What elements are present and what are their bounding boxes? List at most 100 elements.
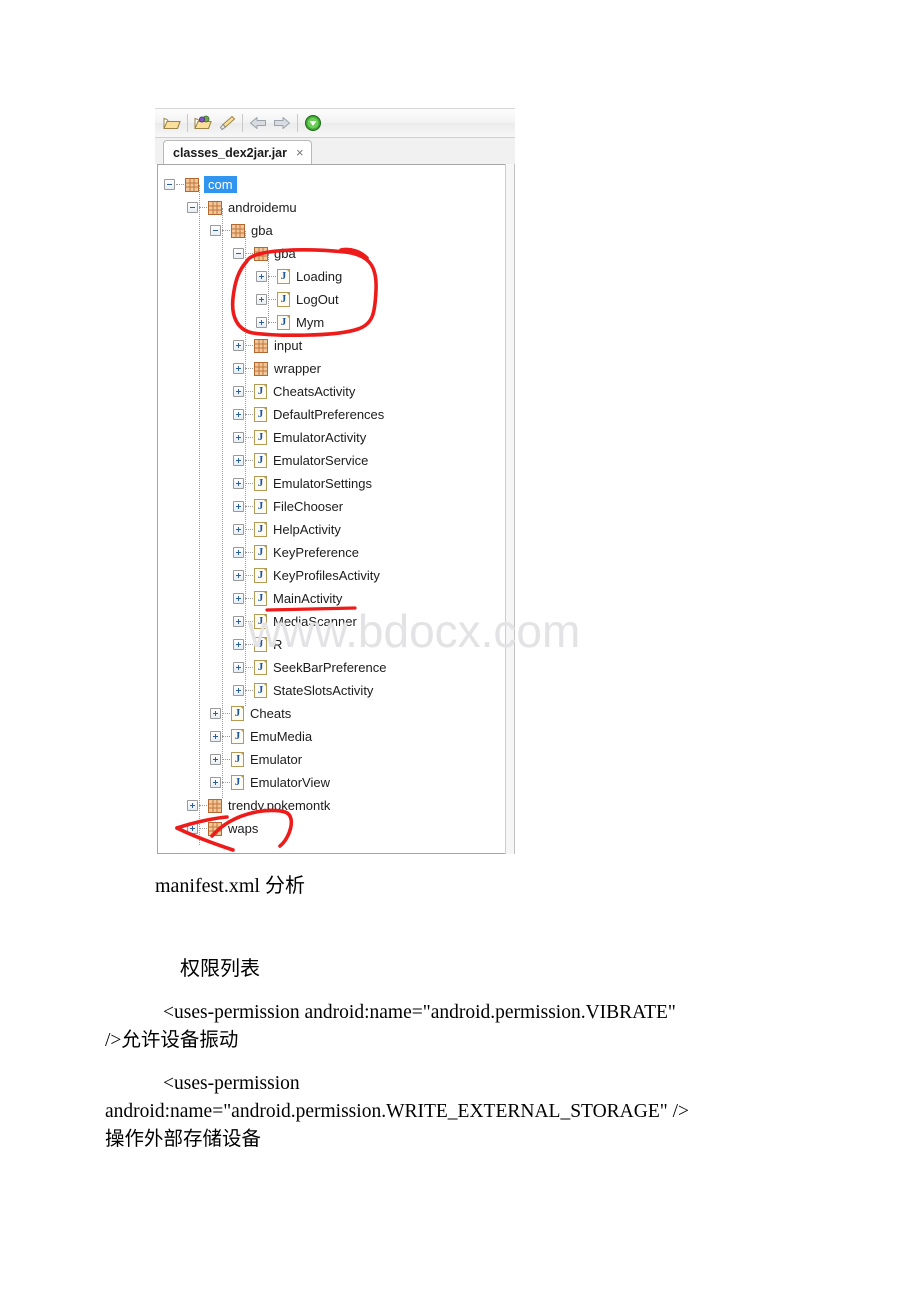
tree-node-gba[interactable]: gba xyxy=(210,219,273,242)
tree-node-label: Cheats xyxy=(250,706,292,721)
close-icon[interactable]: × xyxy=(296,146,304,159)
expand-icon[interactable] xyxy=(233,593,244,604)
java-class-icon-letter: J xyxy=(257,408,264,420)
tree-node-emulatorservice[interactable]: J EmulatorService xyxy=(233,449,368,472)
tree-node-waps[interactable]: waps xyxy=(187,817,258,840)
tree-connector xyxy=(245,252,253,255)
tree-node-emulator[interactable]: J Emulator xyxy=(210,748,302,771)
tree-connector xyxy=(245,367,253,370)
expand-icon[interactable] xyxy=(256,317,267,328)
permission-vibrate-line2: />允许设备振动 xyxy=(105,1030,239,1051)
tree-node-mym[interactable]: J Mym xyxy=(256,311,324,334)
expand-icon[interactable] xyxy=(233,616,244,627)
tree-node-com[interactable]: com xyxy=(164,173,237,196)
tree-node-label: androidemu xyxy=(228,200,297,215)
expand-icon[interactable] xyxy=(210,731,221,742)
tree-node-keypreference[interactable]: J KeyPreference xyxy=(233,541,359,564)
java-class-icon: J xyxy=(254,407,267,422)
expand-icon[interactable] xyxy=(210,754,221,765)
expand-icon[interactable] xyxy=(233,478,244,489)
collapse-icon[interactable] xyxy=(187,202,198,213)
expand-icon[interactable] xyxy=(233,432,244,443)
tree-node-defaultpreferences[interactable]: J DefaultPreferences xyxy=(233,403,384,426)
tree-node-label: gba xyxy=(274,246,296,261)
collapse-icon[interactable] xyxy=(210,225,221,236)
tree-node-filechooser[interactable]: J FileChooser xyxy=(233,495,343,518)
tree-connector xyxy=(222,712,230,715)
java-class-icon-letter: J xyxy=(257,431,264,443)
tree-node-loading[interactable]: J Loading xyxy=(256,265,342,288)
open-recent-icon[interactable] xyxy=(191,111,215,135)
expand-icon[interactable] xyxy=(233,662,244,673)
expand-icon[interactable] xyxy=(256,271,267,282)
expand-icon[interactable] xyxy=(233,363,244,374)
tree-node-cheats[interactable]: J Cheats xyxy=(210,702,291,725)
expand-icon[interactable] xyxy=(256,294,267,305)
expand-icon[interactable] xyxy=(210,708,221,719)
java-class-icon: J xyxy=(277,269,290,284)
run-icon[interactable] xyxy=(301,111,325,135)
collapse-icon[interactable] xyxy=(164,179,175,190)
expand-icon[interactable] xyxy=(233,685,244,696)
toolbar-separator-3 xyxy=(297,114,298,132)
java-class-icon: J xyxy=(231,729,244,744)
package-tree-panel[interactable]: com androidemu gba gba J Loading J LogOut J Mym in… xyxy=(157,164,505,854)
tree-node-input[interactable]: input xyxy=(233,334,302,357)
toolbar-separator-1 xyxy=(187,114,188,132)
permission-storage-block: <uses-permission android:name="android.p… xyxy=(105,1070,865,1154)
tree-node-wrapper[interactable]: wrapper xyxy=(233,357,321,380)
expand-icon[interactable] xyxy=(233,639,244,650)
tree-connector xyxy=(245,390,253,393)
page-title: manifest.xml 分析 xyxy=(155,875,305,897)
expand-icon[interactable] xyxy=(233,340,244,351)
expand-icon[interactable] xyxy=(233,409,244,420)
tree-node-seekbarpreference[interactable]: J SeekBarPreference xyxy=(233,656,386,679)
java-class-icon: J xyxy=(231,752,244,767)
open-folder-icon[interactable] xyxy=(160,111,184,135)
package-icon xyxy=(231,223,245,238)
expand-icon[interactable] xyxy=(233,501,244,512)
tree-node-label: FileChooser xyxy=(273,499,344,514)
clean-icon[interactable] xyxy=(215,111,239,135)
tree-node-label: Loading xyxy=(296,269,343,284)
expand-icon[interactable] xyxy=(187,823,198,834)
expand-icon[interactable] xyxy=(233,386,244,397)
java-class-icon-letter: J xyxy=(257,523,264,535)
tree-connector xyxy=(245,551,253,554)
tree-node-emulatoractivity[interactable]: J EmulatorActivity xyxy=(233,426,366,449)
tree-node-stateslotsactivity[interactable]: J StateSlotsActivity xyxy=(233,679,373,702)
vertical-scrollbar[interactable] xyxy=(505,164,515,854)
tree-node-keyprofilesactivity[interactable]: J KeyProfilesActivity xyxy=(233,564,380,587)
java-class-icon: J xyxy=(254,499,267,514)
tree-node-emumedia[interactable]: J EmuMedia xyxy=(210,725,312,748)
tree-connector xyxy=(245,505,253,508)
back-arrow-icon[interactable] xyxy=(246,111,270,135)
collapse-icon[interactable] xyxy=(233,248,244,259)
tab-classes-dex2jar-jar[interactable]: classes_dex2jar.jar × xyxy=(163,140,312,164)
tree-node-androidemu[interactable]: androidemu xyxy=(187,196,297,219)
forward-arrow-icon[interactable] xyxy=(270,111,294,135)
tree-connector xyxy=(245,413,253,416)
tree-node-cheatsactivity[interactable]: J CheatsActivity xyxy=(233,380,355,403)
expand-icon[interactable] xyxy=(233,455,244,466)
tree-node-label: EmulatorService xyxy=(273,453,369,468)
tree-node-trendy-pokemontk[interactable]: trendy.pokemontk xyxy=(187,794,330,817)
expand-icon[interactable] xyxy=(233,547,244,558)
tab-label: classes_dex2jar.jar xyxy=(173,145,287,160)
toolbar xyxy=(155,108,515,138)
tree-connector xyxy=(245,574,253,577)
tree-connector xyxy=(199,827,207,830)
tree-node-logout[interactable]: J LogOut xyxy=(256,288,339,311)
java-class-icon: J xyxy=(254,384,267,399)
expand-icon[interactable] xyxy=(233,570,244,581)
tree-node-emulatorview[interactable]: J EmulatorView xyxy=(210,771,330,794)
expand-icon[interactable] xyxy=(233,524,244,535)
java-class-icon-letter: J xyxy=(257,454,264,466)
tree-node-label: com xyxy=(204,176,237,193)
tree-node-gba[interactable]: gba xyxy=(233,242,296,265)
tree-node-helpactivity[interactable]: J HelpActivity xyxy=(233,518,341,541)
permission-storage-line3: 操作外部存储设备 xyxy=(105,1129,262,1150)
tree-node-emulatorsettings[interactable]: J EmulatorSettings xyxy=(233,472,372,495)
expand-icon[interactable] xyxy=(187,800,198,811)
expand-icon[interactable] xyxy=(210,777,221,788)
